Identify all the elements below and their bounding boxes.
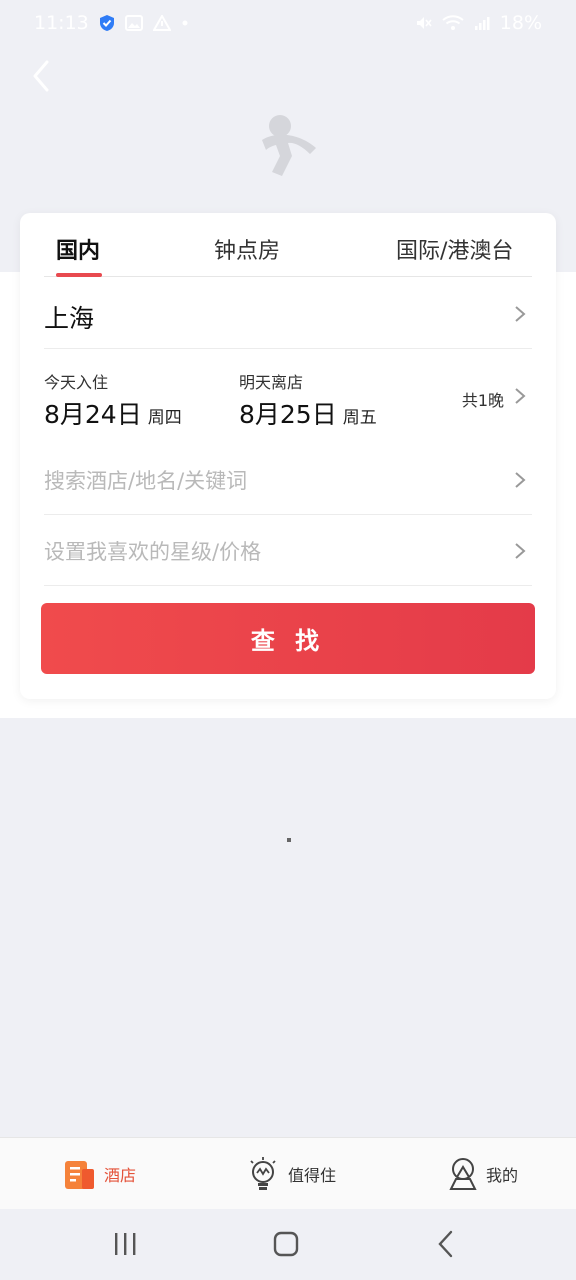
- checkin-label: 今天入住: [44, 373, 109, 392]
- system-navigation-bar: [0, 1209, 576, 1280]
- bottom-nav: 酒店 值得住 我的: [0, 1137, 576, 1209]
- keyword-placeholder: 搜索酒店/地名/关键词: [44, 469, 248, 493]
- signal-icon: [474, 15, 490, 31]
- chevron-right-icon: [515, 472, 526, 488]
- chevron-left-icon: [33, 60, 49, 92]
- status-bar: 11:13 18%: [0, 0, 576, 46]
- image-icon: [124, 15, 143, 31]
- nav-worth-staying-label: 值得住: [288, 1166, 337, 1185]
- back-icon[interactable]: [436, 1229, 456, 1263]
- checkout-label: 明天离店: [239, 373, 304, 392]
- battery-level: 18%: [499, 12, 542, 34]
- profile-icon: [449, 1158, 477, 1190]
- chevron-right-icon: [515, 388, 526, 404]
- home-icon[interactable]: [272, 1229, 300, 1263]
- shield-check-icon: [99, 14, 115, 32]
- city-selector[interactable]: 上海: [44, 277, 532, 349]
- hotel-search-card: 国内 钟点房 国际/港澳台 上海 今天入住 8月24日 周四 明天离店 8月25日…: [20, 213, 556, 699]
- mute-icon: [414, 14, 432, 32]
- search-button[interactable]: 查 找: [41, 603, 535, 674]
- warning-icon: [152, 15, 171, 31]
- recents-icon[interactable]: [112, 1229, 138, 1263]
- date-selector[interactable]: 今天入住 8月24日 周四 明天离店 8月25日 周五 共1晚: [44, 349, 532, 441]
- city-name: 上海: [44, 304, 95, 333]
- wifi-icon: [442, 15, 464, 31]
- tab-hourly[interactable]: 钟点房: [214, 233, 280, 265]
- back-button[interactable]: [26, 58, 56, 94]
- chevron-right-icon: [515, 543, 526, 559]
- preference-placeholder: 设置我喜欢的星级/价格: [44, 540, 262, 564]
- tab-international[interactable]: 国际/港澳台: [396, 233, 513, 265]
- search-tabs: 国内 钟点房 国际/港澳台: [44, 213, 532, 277]
- nav-worth-staying[interactable]: 值得住: [246, 1138, 336, 1210]
- loading-indicator: [287, 838, 291, 842]
- status-time: 11:13: [34, 12, 89, 34]
- checkin-weekday: 周四: [147, 408, 182, 428]
- checkin-date: 8月24日 周四: [44, 395, 182, 431]
- lightbulb-icon: [250, 1157, 276, 1190]
- hotel-icon: [65, 1161, 94, 1189]
- checkout-date-value: 8月25日: [239, 400, 337, 429]
- chevron-right-icon: [515, 306, 526, 322]
- keyword-search-field[interactable]: 搜索酒店/地名/关键词: [44, 443, 532, 515]
- star-price-filter[interactable]: 设置我喜欢的星级/价格: [44, 514, 532, 586]
- checkout-date: 8月25日 周五: [239, 395, 377, 431]
- checkout-weekday: 周五: [342, 408, 377, 428]
- dot-icon: [181, 19, 189, 27]
- nights-count: 共1晚: [461, 391, 504, 410]
- checkin-date-value: 8月24日: [44, 400, 142, 429]
- nav-hotel-label: 酒店: [104, 1166, 137, 1185]
- person-logo-icon: [258, 112, 320, 178]
- nav-hotel[interactable]: 酒店: [62, 1138, 136, 1210]
- nav-profile-label: 我的: [486, 1166, 519, 1185]
- tab-domestic[interactable]: 国内: [56, 233, 100, 265]
- nav-profile[interactable]: 我的: [448, 1138, 518, 1210]
